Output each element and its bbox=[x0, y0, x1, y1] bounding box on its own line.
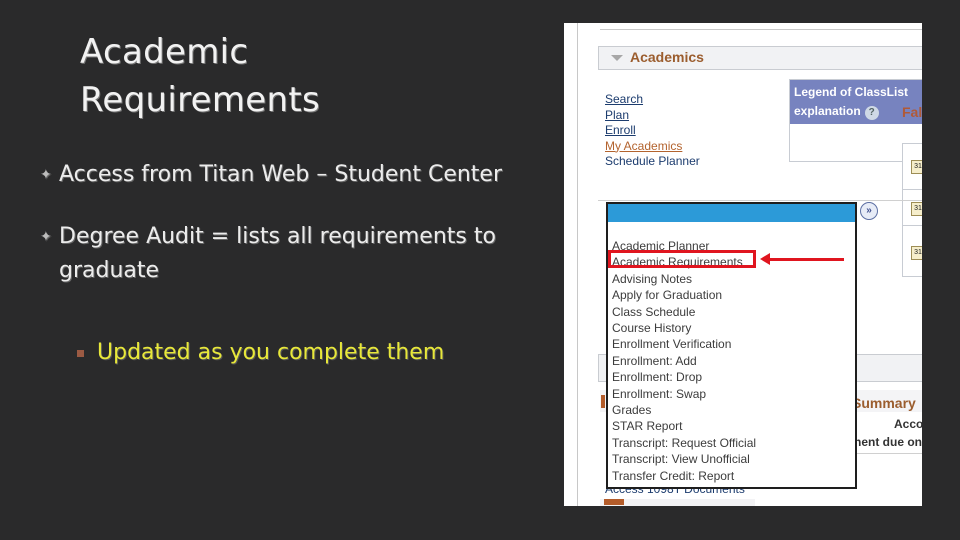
term-label: Fal bbox=[902, 104, 922, 120]
sub-bullet-item: Updated as you complete them bbox=[77, 337, 444, 369]
account-label: Accou bbox=[894, 417, 922, 431]
dropdown-option[interactable]: Advising Notes bbox=[612, 271, 756, 287]
academics-links: Search Plan Enroll My Academics Schedule… bbox=[605, 92, 700, 170]
dropdown-option[interactable]: Enrollment Verification bbox=[612, 336, 756, 352]
dropdown-option[interactable]: Grades bbox=[612, 402, 756, 418]
highlight-box bbox=[608, 250, 756, 268]
calendar-icon[interactable]: 31 bbox=[911, 246, 922, 260]
slide-title: Academic Requirements bbox=[80, 32, 320, 120]
bullet-item: ✦ Access from Titan Web – Student Center bbox=[36, 158, 506, 192]
dropdown-option[interactable]: Enrollment: Swap bbox=[612, 386, 756, 402]
amount-due-label: nent due on bbox=[854, 435, 922, 449]
divider bbox=[854, 453, 922, 454]
bullet-text: Degree Audit = lists all requirements to… bbox=[59, 224, 496, 283]
divider bbox=[577, 23, 578, 506]
link-plan[interactable]: Plan bbox=[605, 108, 700, 124]
go-button[interactable]: » bbox=[860, 202, 878, 220]
dropdown-options: Academic Planner Academic Requirements A… bbox=[612, 238, 756, 484]
calendar-cell: 31 bbox=[902, 225, 922, 277]
financial-aid-header bbox=[600, 499, 755, 506]
divider bbox=[598, 200, 922, 201]
student-center-screenshot: Academics Search Plan Enroll My Academic… bbox=[564, 23, 922, 506]
summary-title: Summary bbox=[852, 395, 916, 411]
link-enroll[interactable]: Enroll bbox=[605, 123, 700, 139]
collapse-triangle-icon[interactable] bbox=[611, 55, 623, 61]
dropdown-option[interactable]: Class Schedule bbox=[612, 304, 756, 320]
hidden-marker bbox=[601, 395, 605, 408]
legend-title: Legend of ClassList bbox=[794, 85, 909, 99]
link-my-academics[interactable]: My Academics bbox=[605, 139, 700, 155]
link-search[interactable]: Search bbox=[605, 92, 700, 108]
dropdown-option[interactable]: STAR Report bbox=[612, 418, 756, 434]
four-point-star-icon: ✦ bbox=[40, 229, 52, 245]
dropdown-option[interactable]: Enrollment: Add bbox=[612, 353, 756, 369]
four-point-star-icon: ✦ bbox=[40, 167, 52, 183]
dropdown-option[interactable]: Transfer Credit: Report bbox=[612, 468, 756, 484]
divider bbox=[600, 29, 922, 30]
calendar-cell: 31 bbox=[902, 189, 922, 227]
dropdown-option[interactable]: Enrollment: Drop bbox=[612, 369, 756, 385]
help-icon[interactable]: ? bbox=[864, 106, 879, 120]
pointer-arrow bbox=[767, 258, 844, 261]
academics-section-header[interactable]: Academics bbox=[598, 46, 922, 70]
calendar-icon[interactable]: 31 bbox=[911, 202, 922, 216]
legend-explanation: explanation bbox=[794, 104, 861, 118]
dropdown-option[interactable]: Transcript: Request Official bbox=[612, 435, 756, 451]
dropdown-option[interactable]: Apply for Graduation bbox=[612, 287, 756, 303]
dropdown-option[interactable]: Transcript: View Unofficial bbox=[612, 451, 756, 467]
other-academic-dropdown[interactable]: Academic Planner Academic Requirements A… bbox=[606, 202, 857, 489]
sub-bullet-text: Updated as you complete them bbox=[97, 340, 445, 365]
link-schedule-planner[interactable]: Schedule Planner bbox=[605, 154, 700, 170]
bullet-list: ✦ Access from Titan Web – Student Center… bbox=[36, 158, 506, 316]
calendar-icon[interactable]: 31 bbox=[911, 160, 922, 174]
calendar-cell: 31 bbox=[902, 143, 922, 191]
dropdown-option[interactable]: Course History bbox=[612, 320, 756, 336]
dropdown-header bbox=[608, 204, 855, 222]
academics-title: Academics bbox=[630, 49, 704, 65]
bullet-text: Access from Titan Web – Student Center bbox=[59, 162, 503, 187]
square-bullet-icon bbox=[77, 350, 84, 357]
bullet-item: ✦ Degree Audit = lists all requirements … bbox=[36, 220, 506, 288]
